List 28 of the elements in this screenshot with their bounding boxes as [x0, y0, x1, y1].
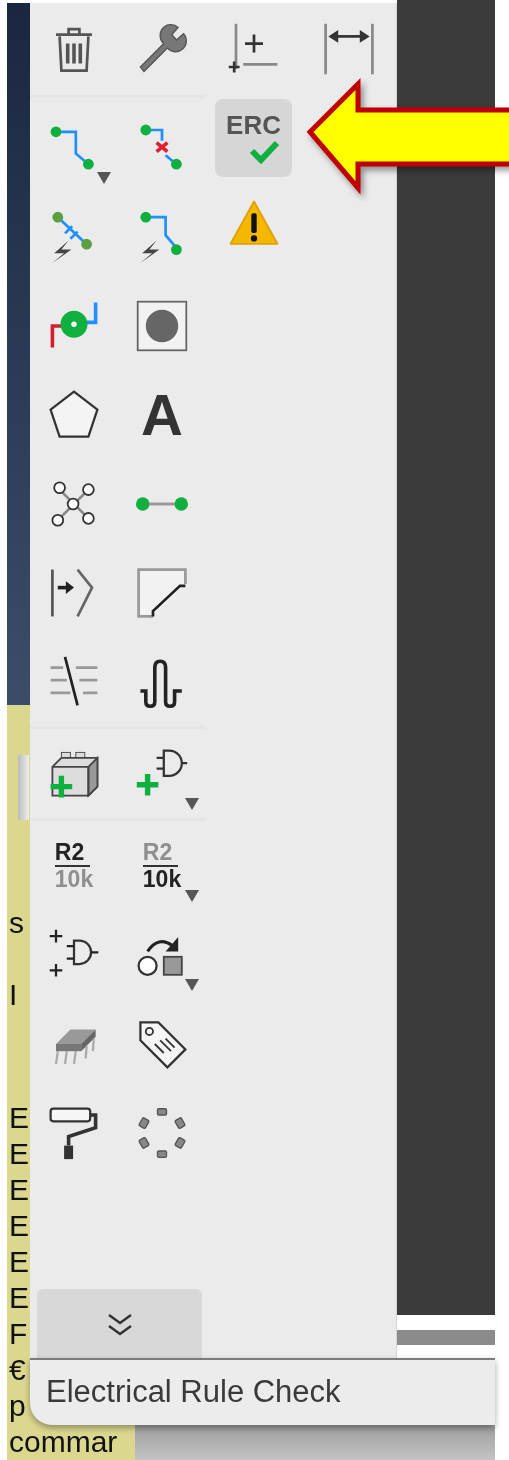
document-text: E — [9, 1208, 29, 1244]
caret-icon — [185, 978, 199, 991]
document-text: E — [9, 1136, 29, 1172]
text-tool-button[interactable]: A — [124, 377, 200, 452]
document-text: p — [9, 1388, 26, 1424]
label-tool-button[interactable]: R2 10k — [124, 828, 200, 903]
caret-icon — [185, 797, 199, 810]
document-text: F — [9, 1316, 28, 1352]
checkmark-icon — [247, 138, 280, 164]
connection-icon — [135, 495, 189, 512]
pad-icon — [135, 298, 189, 353]
caret-icon — [97, 171, 111, 184]
document-text: commar — [9, 1424, 118, 1460]
document-text: I — [9, 977, 18, 1013]
document-text: E — [9, 1244, 29, 1280]
document-text: E — [9, 1172, 29, 1208]
document-text: s — [9, 905, 24, 941]
erc-button[interactable]: ERC — [215, 99, 292, 177]
scroll-thumb[interactable] — [18, 755, 29, 820]
corner-icon — [135, 565, 189, 620]
label-tool-button[interactable]: R2 10k — [36, 828, 112, 903]
tooltip: Electrical Rule Check — [30, 1358, 495, 1425]
measure-icon — [321, 22, 376, 76]
caret-icon — [185, 889, 199, 902]
more-button[interactable] — [37, 1289, 202, 1360]
document-text: € — [9, 1352, 26, 1388]
document-text: E — [9, 1280, 29, 1316]
document-text: E — [9, 1100, 29, 1136]
